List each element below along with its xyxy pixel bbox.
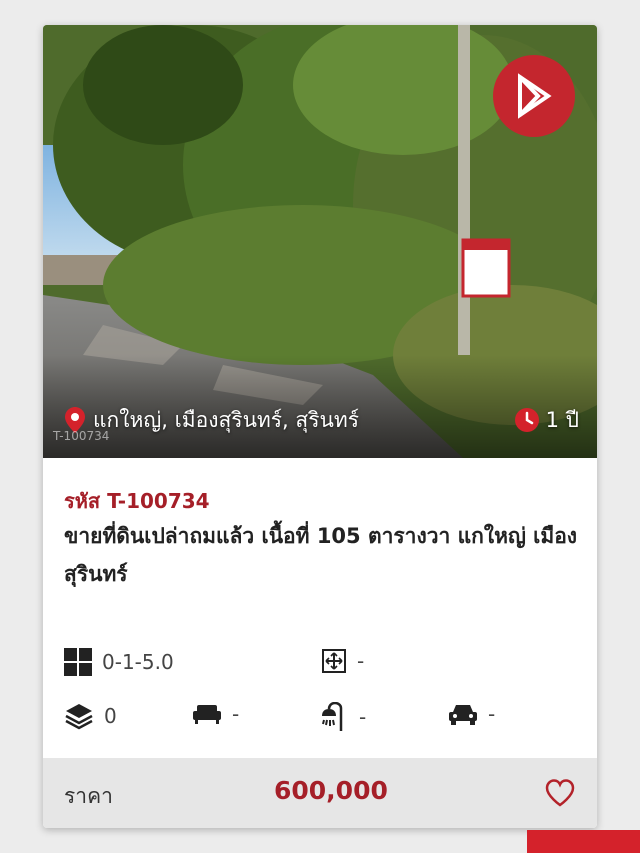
feature-floors: 0 <box>64 702 117 730</box>
price-label: ราคา <box>64 784 113 808</box>
grid-icon <box>64 648 92 676</box>
feature-bathrooms: - <box>321 702 366 732</box>
feature-land-area: 0-1-5.0 <box>64 648 174 676</box>
land-area-value: 0-1-5.0 <box>102 650 174 674</box>
floors-value: 0 <box>104 704 117 728</box>
heart-icon[interactable] <box>545 778 575 808</box>
listing-code: รหัส T-100734 <box>64 489 210 513</box>
price-value: 600,000 <box>274 776 388 805</box>
photo-watermark: T-100734 <box>53 429 110 443</box>
feature-parking: - <box>448 702 495 726</box>
listing-card[interactable]: แกใหญ่, เมืองสุรินทร์, สุรินทร์ 1 ปี T-1… <box>43 25 597 828</box>
usable-area-value: - <box>357 649 365 673</box>
feature-usable-area: - <box>321 648 364 674</box>
feature-bedrooms: - <box>192 702 239 726</box>
brand-logo-icon <box>493 55 575 137</box>
bedrooms-value: - <box>232 702 240 726</box>
listing-title[interactable]: ขายที่ดินเปล่าถมแล้ว เนื้อที่ 105 ตารางว… <box>64 517 584 593</box>
age-text: 1 ปี <box>545 407 579 432</box>
price-bar: ราคา 600,000 <box>43 758 597 828</box>
layers-icon <box>65 704 93 730</box>
parking-value: - <box>488 702 496 726</box>
clock-icon <box>514 408 539 432</box>
listing-age: 1 ปี <box>514 405 579 435</box>
area-expand-icon <box>322 649 346 673</box>
car-icon <box>449 705 477 725</box>
shower-icon <box>322 702 343 731</box>
sofa-icon <box>193 705 221 724</box>
listing-photo[interactable]: แกใหญ่, เมืองสุรินทร์, สุรินทร์ 1 ปี T-1… <box>43 25 597 458</box>
corner-banner[interactable] <box>527 830 640 853</box>
bathrooms-value: - <box>359 705 367 729</box>
location-text: แกใหญ่, เมืองสุรินทร์, สุรินทร์ <box>93 407 359 432</box>
